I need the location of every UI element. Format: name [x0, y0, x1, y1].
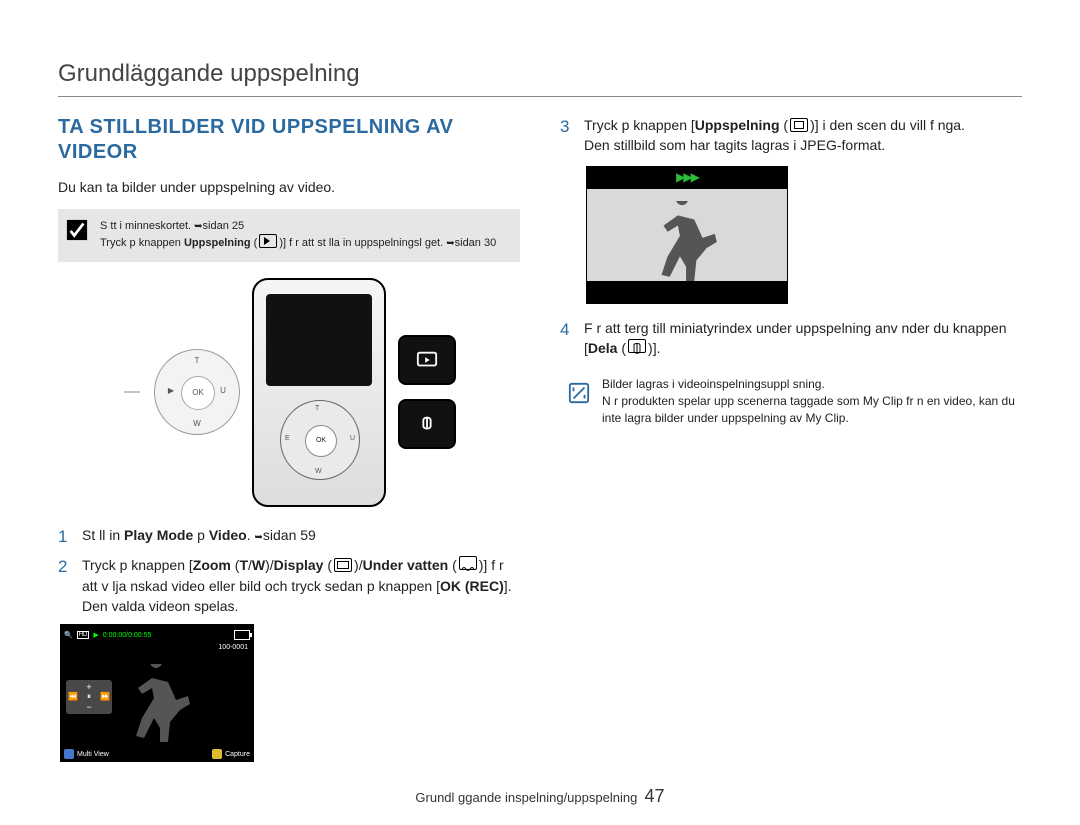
- lcd-bottom: Multi View Capture: [64, 749, 250, 759]
- step-3: 3 Tryck p knappen [Uppspelning ()] i den…: [560, 115, 1022, 156]
- display-button-icon: [334, 558, 352, 572]
- content-columns: TA STILLBILDER VID UPPSPELNING AV VIDEOR…: [58, 115, 1022, 762]
- capture-silhouette: [647, 201, 719, 281]
- note-icon: [568, 382, 590, 404]
- dpad-w-label: W: [185, 419, 209, 428]
- lcd-capture-label: Capture: [225, 751, 250, 758]
- step-1: 1 St ll in Play Mode p Video. sidan 59: [58, 525, 520, 550]
- lcd-minus: −: [68, 702, 110, 712]
- dpad-left-icon: ▶: [159, 386, 183, 395]
- note-line1: Bilder lagras i videoinspelningsuppl sni…: [602, 376, 1022, 393]
- steps-3-4: 3 Tryck p knappen [Uppspelning ()] i den…: [560, 115, 1022, 156]
- lcd-hd-icon: HD: [77, 631, 90, 639]
- camera-body: T W E U OK: [252, 278, 386, 507]
- lcd-topbar: 🔍 HD ▶ 0:00:00/0:00:55: [64, 628, 250, 642]
- lcd-play-icon: ▶: [93, 631, 98, 639]
- footer-page-number: 47: [645, 786, 665, 806]
- fast-forward-icon: ▶▶▶: [676, 170, 698, 184]
- camera-dpad: T W E U OK: [280, 400, 360, 480]
- battery-icon: [234, 630, 250, 640]
- share-pill-icon: [398, 399, 456, 449]
- page-footer: Grundl ggande inspelning/uppspelning 47: [0, 786, 1080, 807]
- multiview-button-icon: [64, 749, 74, 759]
- step-number: 3: [560, 115, 574, 156]
- playback-pill-icon: [398, 335, 456, 385]
- footer-section: Grundl ggande inspelning/uppspelning: [415, 790, 637, 805]
- note-line2: N r produkten spelar upp scenerna taggad…: [602, 393, 1022, 427]
- graybox-line2: Tryck p knappen Uppspelning ()] f r att …: [100, 234, 508, 251]
- dpad-ok-label: OK: [181, 376, 215, 410]
- left-column: TA STILLBILDER VID UPPSPELNING AV VIDEOR…: [58, 115, 520, 762]
- side-buttons-callout: [398, 335, 456, 449]
- lcd-forward-icon: ⏩: [100, 692, 110, 702]
- checkmark-icon: [66, 219, 88, 241]
- lcd-timecode: 0:00:00/0:00:55: [103, 632, 152, 639]
- dpad-t-label: T: [185, 356, 209, 365]
- share-button-icon: [628, 339, 646, 353]
- playback-capture-icon: [790, 118, 808, 132]
- lcd-multiview-label: Multi View: [77, 751, 109, 758]
- step-number: 2: [58, 555, 72, 616]
- underwater-button-icon: [459, 556, 477, 570]
- prerequisite-box: S tt i minneskortet. sidan 25 Tryck p kn…: [58, 209, 520, 262]
- step-2: 2 Tryck p knappen [Zoom (T/W)/Display ()…: [58, 555, 520, 616]
- graybox-line1: S tt i minneskortet. sidan 25: [100, 219, 508, 234]
- lcd-pause-icon: ⏸: [87, 692, 91, 702]
- page-title: Grundläggande uppspelning: [58, 60, 1022, 88]
- dpad-callout: T W ▶ U OK: [154, 349, 240, 435]
- steps-1-2: 1 St ll in Play Mode p Video. sidan 59 2…: [58, 525, 520, 617]
- capture-button-icon: [212, 749, 222, 759]
- device-illustration: T W ▶ U OK T W E U OK: [58, 278, 520, 507]
- section-title: TA STILLBILDER VID UPPSPELNING AV VIDEOR: [58, 115, 520, 165]
- capture-preview: ▶▶▶: [586, 166, 788, 304]
- steps-4: 4 F r att terg till miniatyrindex under …: [560, 318, 1022, 359]
- step-number: 4: [560, 318, 574, 359]
- right-column: 3 Tryck p knappen [Uppspelning ()] i den…: [560, 115, 1022, 762]
- lcd-preview: 🔍 HD ▶ 0:00:00/0:00:55 100-0001 + ⏪: [60, 624, 254, 762]
- camera-screen: [266, 294, 372, 386]
- lcd-magnify-icon: 🔍: [64, 631, 73, 639]
- step-number: 1: [58, 525, 72, 550]
- lcd-rewind-icon: ⏪: [68, 692, 78, 702]
- playback-button-icon: [259, 234, 277, 248]
- lcd-plus: +: [68, 682, 110, 692]
- step-4: 4 F r att terg till miniatyrindex under …: [560, 318, 1022, 359]
- note-box: Bilder lagras i videoinspelningsuppl sni…: [560, 372, 1022, 430]
- intro-text: Du kan ta bilder under uppspelning av vi…: [58, 179, 520, 195]
- callout-line-left: [122, 342, 142, 442]
- lcd-controls: + ⏪ ⏸ ⏩ −: [66, 680, 112, 714]
- title-separator: [58, 96, 1022, 97]
